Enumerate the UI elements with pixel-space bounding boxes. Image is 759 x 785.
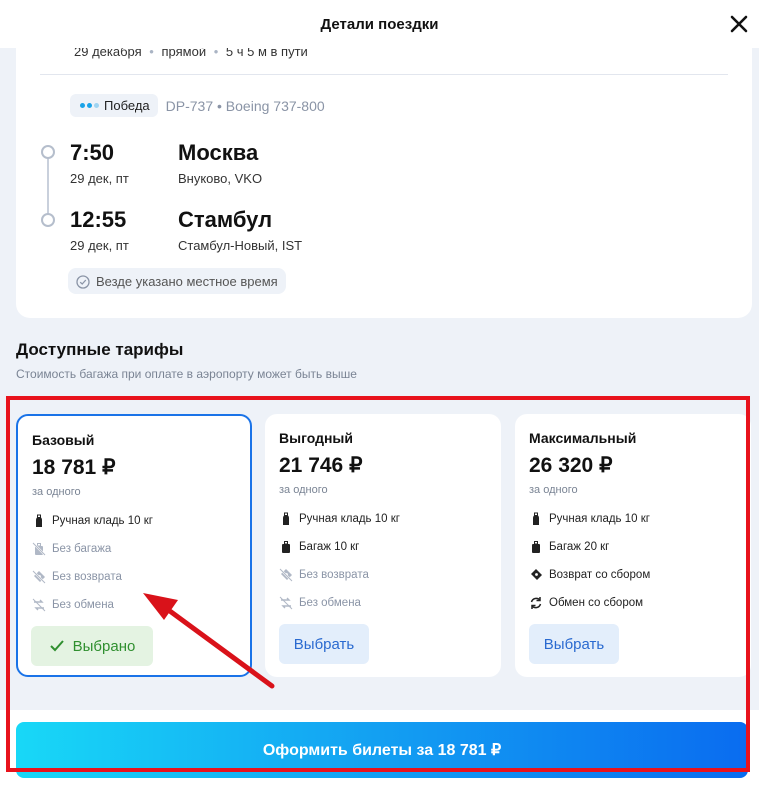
tariff-feature-label: Без багажа xyxy=(52,543,112,555)
tariff-feature: Багаж 10 кг xyxy=(279,540,359,554)
tariff-price: 26 320 ₽ xyxy=(529,454,613,477)
flight-details-card: 29 декабря • прямой • 5 ч 5 м в пути Поб… xyxy=(16,30,752,318)
airline-row: Победа DP-737 • Boeing 737-800 xyxy=(70,94,325,117)
tariff-feature: Багаж 20 кг xyxy=(529,540,609,554)
selected-button[interactable]: Выбрано xyxy=(31,626,153,666)
refund-icon xyxy=(531,569,542,580)
close-icon[interactable] xyxy=(727,12,751,36)
tariff-feature: Без обмена xyxy=(32,598,114,612)
arrival-airport: Стамбул-Новый, IST xyxy=(178,238,303,253)
tariff-feature-label: Багаж 10 кг xyxy=(299,541,360,553)
flight-number: DP-737 xyxy=(165,97,214,114)
modal-header: Детали поездки xyxy=(0,0,759,48)
tariff-feature: Без обмена xyxy=(279,596,361,610)
tariff-feature-label: Ручная кладь 10 кг xyxy=(549,513,650,525)
tariff-price-note: за одного xyxy=(279,484,328,496)
tariff-feature: Без возврата xyxy=(279,568,369,582)
tariff-name: Выгодный xyxy=(279,430,353,446)
modal-title: Детали поездки xyxy=(320,16,439,33)
tariff-feature: Без возврата xyxy=(32,570,122,584)
checkout-button[interactable]: Оформить билеты за 18 781 ₽ xyxy=(16,722,748,778)
tariff-feature: Возврат со сбором xyxy=(529,568,650,582)
tariff-feature-label: Багаж 20 кг xyxy=(549,541,610,553)
flight-meta: DP-737 • Boeing 737-800 xyxy=(166,98,325,114)
baggage-icon xyxy=(532,541,540,553)
tariff-card-maximum[interactable]: Максимальный 26 320 ₽ за одного Ручная к… xyxy=(515,414,751,677)
tariff-feature-label: Ручная кладь 10 кг xyxy=(52,515,153,527)
exchange-icon xyxy=(530,597,542,609)
tariff-feature-label: Возврат со сбором xyxy=(549,569,651,581)
departure-point-icon xyxy=(41,145,55,159)
arrival-time: 12:55 xyxy=(70,207,127,232)
tariff-feature-label: Без обмена xyxy=(52,599,114,611)
arrival-city: Стамбул xyxy=(178,207,273,232)
departure-airport: Внуково, VKO xyxy=(178,171,263,186)
choose-button[interactable]: Выбрать xyxy=(279,624,369,664)
meta-separator: • xyxy=(217,97,222,114)
baggage-icon xyxy=(282,541,290,553)
tariff-feature-label: Обмен со сбором xyxy=(549,597,644,609)
hand-luggage-icon xyxy=(36,514,42,527)
no-refund-icon xyxy=(279,568,293,582)
tariff-feature: Ручная кладь 10 кг xyxy=(32,514,153,528)
timeline-line xyxy=(47,154,49,218)
airline-name: Победа xyxy=(104,98,150,113)
tariff-feature-label: Ручная кладь 10 кг xyxy=(299,513,400,525)
tariff-name: Максимальный xyxy=(529,430,637,446)
airline-logo-icon xyxy=(80,103,99,108)
tariff-price-note: за одного xyxy=(32,486,81,498)
tariff-feature: Ручная кладь 10 кг xyxy=(279,512,400,526)
tariff-feature-label: Без обмена xyxy=(299,597,361,609)
divider xyxy=(40,74,728,75)
tariff-name: Базовый xyxy=(32,432,95,448)
checkmark-icon xyxy=(49,640,64,652)
airline-badge: Победа xyxy=(70,94,158,117)
tariff-feature: Ручная кладь 10 кг xyxy=(529,512,650,526)
choose-button[interactable]: Выбрать xyxy=(529,624,619,664)
no-exchange-icon xyxy=(32,598,46,612)
local-time-note: Везде указано местное время xyxy=(68,268,286,294)
no-baggage-icon xyxy=(32,542,46,556)
departure-city: Москва xyxy=(178,140,259,165)
tariffs-heading: Доступные тарифы xyxy=(16,340,184,359)
tariff-card-advantage[interactable]: Выгодный 21 746 ₽ за одного Ручная кладь… xyxy=(265,414,501,677)
arrival-point-icon xyxy=(41,213,55,227)
tariff-feature-label: Без возврата xyxy=(299,569,369,581)
tariffs-subtitle: Стоимость багажа при оплате в аэропорту … xyxy=(16,367,357,381)
tariff-feature: Без багажа xyxy=(32,542,111,556)
no-refund-icon xyxy=(32,570,46,584)
local-time-label: Везде указано местное время xyxy=(96,274,278,289)
no-exchange-icon xyxy=(279,596,293,610)
aircraft-model: Boeing 737-800 xyxy=(225,97,325,114)
tariff-card-basic[interactable]: Базовый 18 781 ₽ за одного Ручная кладь … xyxy=(16,414,252,677)
tariff-feature-label: Без возврата xyxy=(52,571,122,583)
departure-date: 29 дек, пт xyxy=(70,171,129,186)
tariff-price: 21 746 ₽ xyxy=(279,454,363,477)
selected-button-label: Выбрано xyxy=(72,637,136,655)
clock-check-icon xyxy=(76,274,90,289)
tariff-price-note: за одного xyxy=(529,484,578,496)
tariff-price: 18 781 ₽ xyxy=(32,456,116,479)
departure-time: 7:50 xyxy=(70,140,115,165)
arrival-date: 29 дек, пт xyxy=(70,238,129,253)
hand-luggage-icon xyxy=(283,512,289,525)
hand-luggage-icon xyxy=(533,512,539,525)
tariff-feature: Обмен со сбором xyxy=(529,596,643,610)
